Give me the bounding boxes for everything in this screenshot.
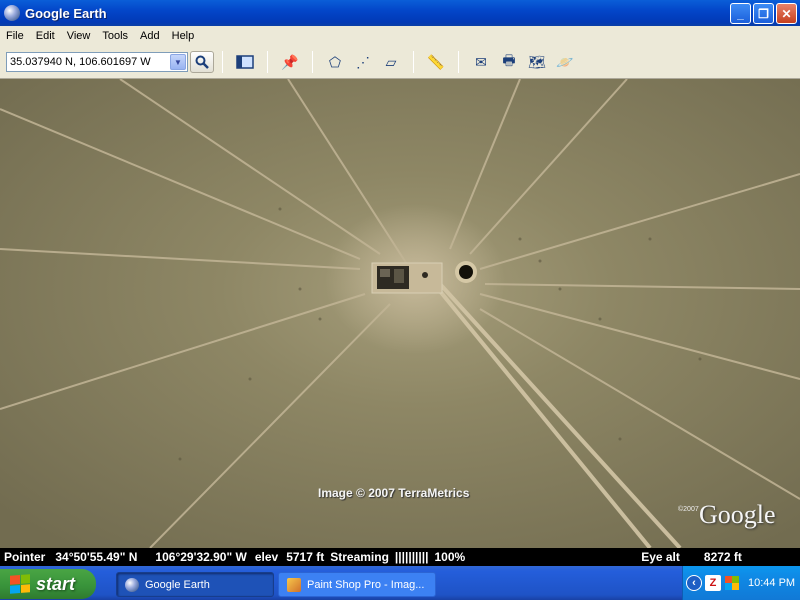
menu-add[interactable]: Add bbox=[134, 30, 166, 42]
pointer-latitude: 34°50'55.49" N bbox=[55, 550, 138, 564]
eye-altitude-label: Eye alt bbox=[641, 550, 680, 564]
search-button[interactable] bbox=[190, 51, 214, 73]
path-icon: ⋰ bbox=[356, 53, 370, 70]
google-logo: Google bbox=[699, 500, 776, 529]
sky-icon: 🪐 bbox=[556, 53, 574, 70]
switch-to-sky-button[interactable]: 🪐 bbox=[553, 51, 577, 73]
sidebar-toggle-button[interactable] bbox=[233, 51, 257, 73]
restore-button[interactable]: ❐ bbox=[753, 3, 774, 24]
status-bar: Pointer 34°50'55.49" N 106°29'32.90" W e… bbox=[0, 548, 800, 566]
taskbar: start Google Earth Paint Shop Pro - Imag… bbox=[0, 566, 800, 600]
toolbar-separator bbox=[413, 51, 414, 73]
satellite-imagery bbox=[0, 79, 800, 548]
elevation-value: 5717 ft bbox=[286, 550, 325, 564]
system-tray: ‹ Z 10:44 PM bbox=[682, 566, 800, 600]
title-bar: Google Earth _ ❐ ✕ bbox=[0, 0, 800, 26]
close-icon: ✕ bbox=[781, 6, 792, 21]
elevation-label: elev bbox=[254, 550, 279, 564]
chevron-left-icon: ‹ bbox=[692, 577, 696, 589]
windows-logo-icon bbox=[10, 574, 30, 594]
minimize-icon: _ bbox=[737, 6, 744, 21]
fly-to-combobox[interactable]: ▼ bbox=[6, 52, 188, 72]
menu-help[interactable]: Help bbox=[166, 30, 201, 42]
menu-view[interactable]: View bbox=[61, 30, 97, 42]
menu-tools[interactable]: Tools bbox=[96, 30, 134, 42]
add-image-overlay-button[interactable]: ▱ bbox=[379, 51, 403, 73]
pointer-label: Pointer bbox=[4, 550, 46, 564]
menu-file[interactable]: File bbox=[0, 30, 30, 42]
google-earth-icon bbox=[125, 577, 139, 592]
toolbar-separator bbox=[222, 51, 223, 73]
taskbar-item-paint-shop-pro[interactable]: Paint Shop Pro - Imag... bbox=[278, 572, 436, 597]
google-maps-icon: 🗺 bbox=[528, 53, 546, 70]
zonealarm-icon[interactable]: Z bbox=[705, 575, 721, 591]
paint-shop-pro-icon bbox=[287, 577, 301, 592]
chevron-down-icon[interactable]: ▼ bbox=[170, 54, 186, 70]
print-button[interactable]: 🖶 bbox=[497, 51, 521, 73]
view-in-google-maps-button[interactable]: 🗺 bbox=[525, 51, 549, 73]
polygon-icon: ⬠ bbox=[328, 53, 342, 70]
image-overlay-icon: ▱ bbox=[385, 53, 397, 70]
brand-copyright: ©2007 bbox=[678, 506, 699, 513]
toolbar: ▼ 📌 ⬠ ⋰ ▱ 📏 ✉ 🖶 🗺 🪐 bbox=[0, 46, 800, 79]
clock: 10:44 PM bbox=[748, 577, 796, 589]
print-icon: 🖶 bbox=[502, 52, 516, 68]
add-polygon-button[interactable]: ⬠ bbox=[323, 51, 347, 73]
placemark-icon: 📌 bbox=[281, 53, 299, 70]
sidebar-toggle-icon bbox=[236, 55, 254, 69]
fly-to-input[interactable] bbox=[7, 56, 167, 68]
google-earth-app-icon[interactable] bbox=[4, 5, 20, 21]
ruler-icon: 📏 bbox=[427, 53, 445, 70]
taskbar-item-google-earth[interactable]: Google Earth bbox=[116, 572, 274, 597]
pointer-longitude: 106°29'32.90" W bbox=[155, 550, 247, 564]
minimize-button[interactable]: _ bbox=[730, 3, 751, 24]
add-path-button[interactable]: ⋰ bbox=[351, 51, 375, 73]
flag-icon[interactable] bbox=[724, 575, 740, 591]
show-hidden-icons-button[interactable]: ‹ bbox=[686, 575, 702, 591]
email-button[interactable]: ✉ bbox=[469, 51, 493, 73]
ruler-button[interactable]: 📏 bbox=[424, 51, 448, 73]
restore-icon: ❐ bbox=[758, 6, 769, 21]
toolbar-separator bbox=[312, 51, 313, 73]
eye-altitude-value: 8272 ft bbox=[703, 550, 742, 564]
close-button[interactable]: ✕ bbox=[776, 3, 797, 24]
add-placemark-button[interactable]: 📌 bbox=[278, 51, 302, 73]
email-icon: ✉ bbox=[475, 53, 487, 70]
toolbar-separator bbox=[458, 51, 459, 73]
search-icon bbox=[195, 55, 209, 69]
toolbar-separator bbox=[267, 51, 268, 73]
imagery-attribution: Image © 2007 TerraMetrics bbox=[318, 486, 470, 500]
taskbar-item-label: Google Earth bbox=[145, 578, 210, 591]
streaming-label: Streaming bbox=[330, 550, 389, 564]
streaming-percent: 100% bbox=[434, 550, 466, 564]
start-button[interactable]: start bbox=[0, 569, 96, 599]
window-title: Google Earth bbox=[25, 5, 107, 21]
streaming-bar: |||||||||| bbox=[394, 550, 429, 564]
start-label: start bbox=[36, 573, 76, 594]
menu-edit[interactable]: Edit bbox=[30, 30, 61, 42]
earth-3d-view[interactable]: Image © 2007 TerraMetrics ©2007 Google bbox=[0, 79, 800, 548]
taskbar-item-label: Paint Shop Pro - Imag... bbox=[307, 578, 425, 591]
window-controls: _ ❐ ✕ bbox=[730, 3, 797, 24]
menu-bar: File Edit View Tools Add Help bbox=[0, 26, 800, 46]
